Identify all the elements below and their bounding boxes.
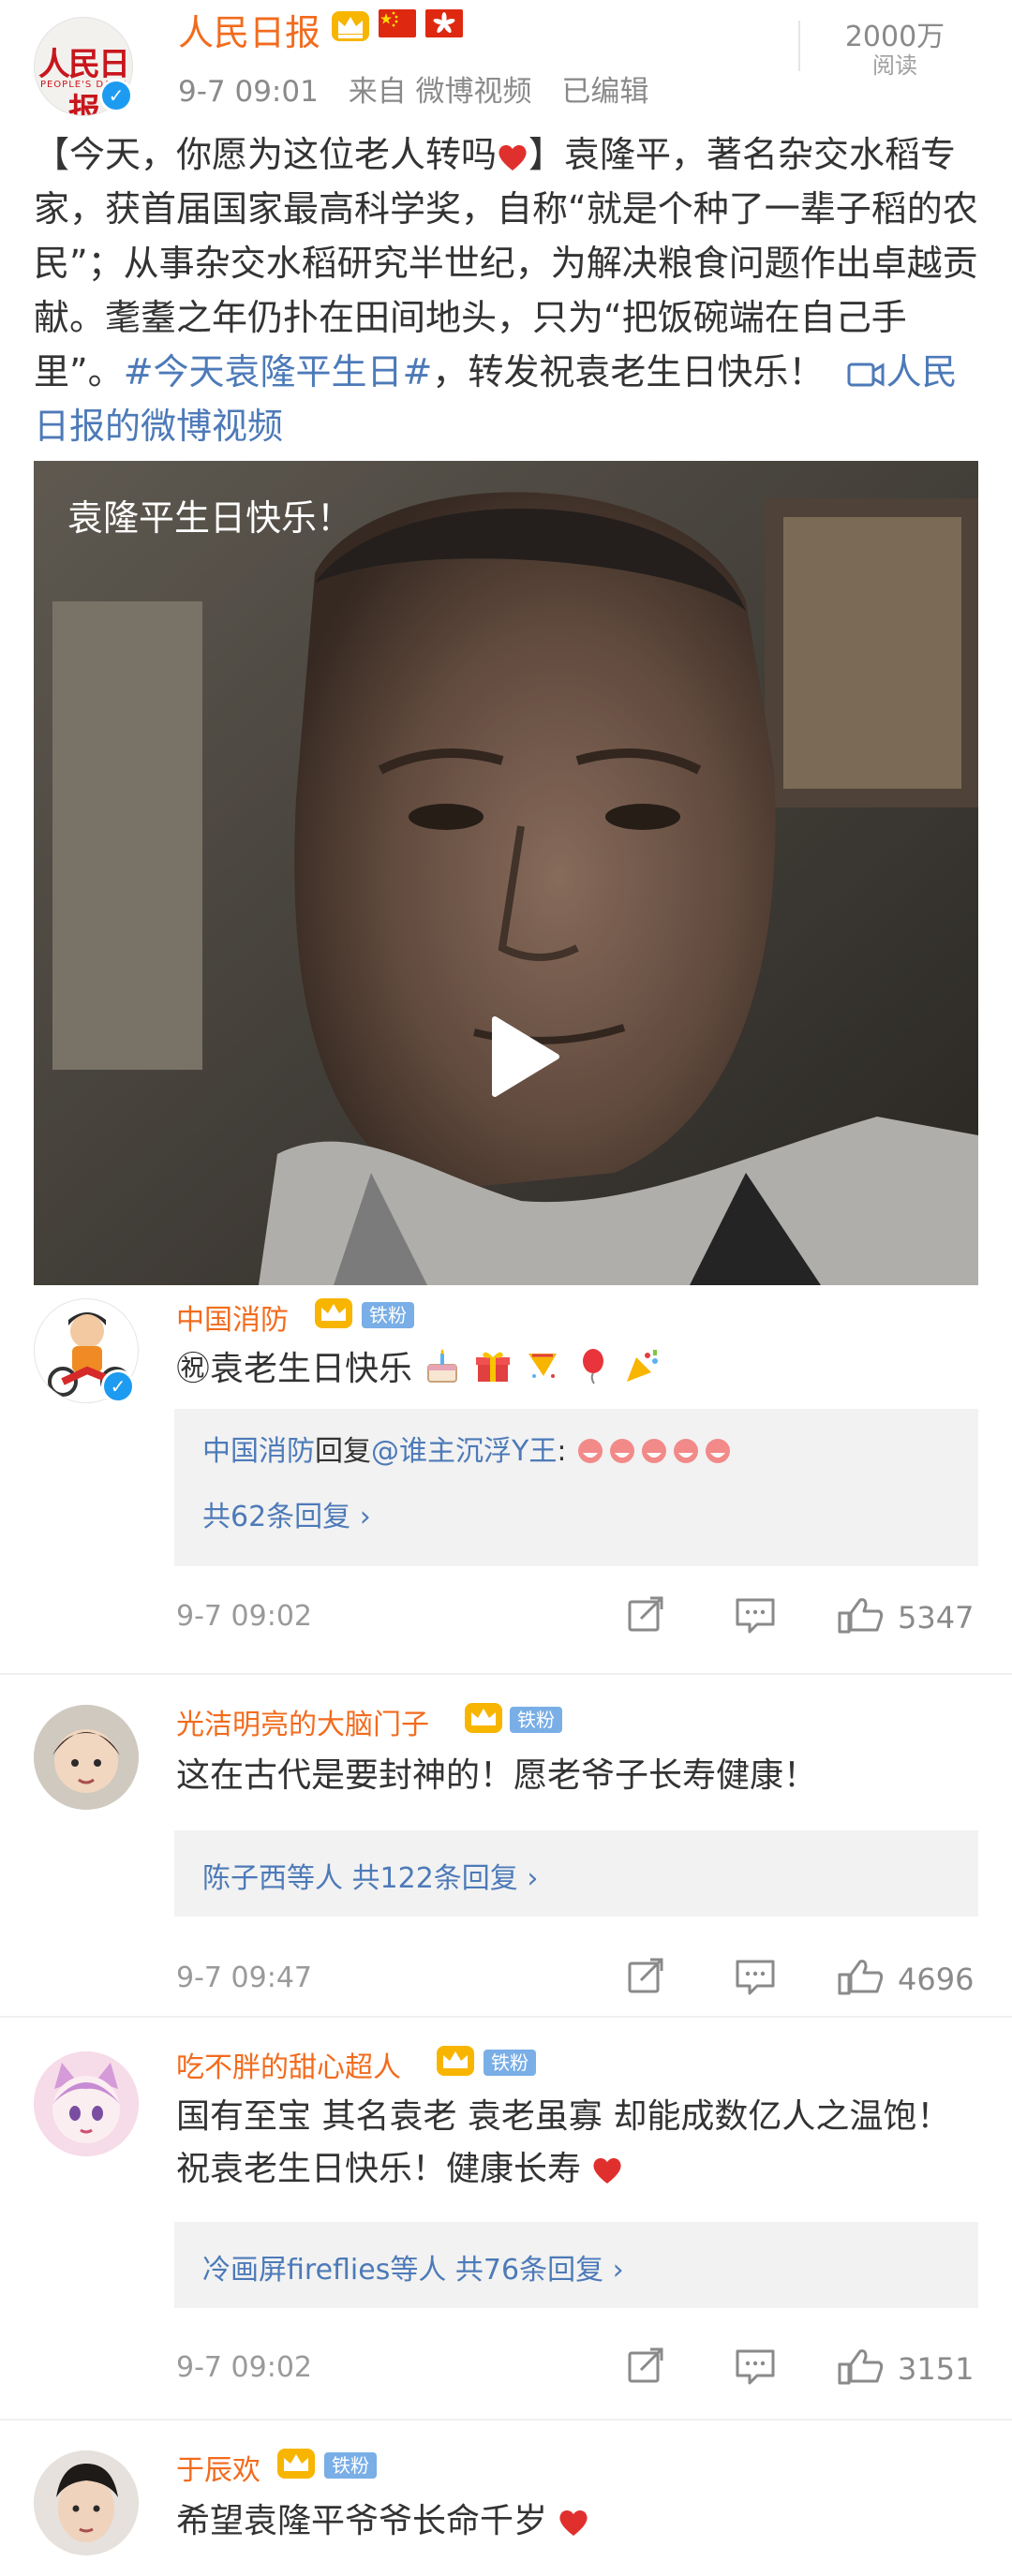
comment-date: 9-7 09:47: [176, 1962, 312, 1994]
party-popper-icon: [528, 1354, 558, 1378]
fan-badge: 铁粉: [484, 2050, 536, 2076]
reply-line: 冷画屏fireflies等人 共76条回复 ›: [202, 2246, 624, 2287]
fan-badge: 铁粉: [324, 2452, 377, 2479]
video-player[interactable]: 袁隆平生日快乐！: [34, 461, 978, 1285]
comment-date: 9-7 09:02: [176, 2351, 312, 2384]
video-icon: [847, 363, 885, 387]
post-edited: 已编辑: [561, 75, 649, 109]
child-photo-avatar: [34, 1705, 139, 1810]
portrait-photo-avatar: [34, 2450, 139, 2555]
comment-item: 光洁明亮的大脑门子 铁粉 这在古代是要封神的！愿老爷子长寿健康！ 陈子西等人 共…: [0, 1701, 1012, 2010]
post-meta: 9-7 09:01 来自 微博视频 已编辑: [178, 67, 669, 110]
like-count: 3151: [898, 2351, 975, 2387]
china-flag-icon: [379, 9, 416, 37]
comment-icon[interactable]: [735, 1596, 776, 1634]
reply-target[interactable]: @谁主沉浮Y王: [371, 1435, 557, 1468]
fan-badge: 铁粉: [510, 1707, 562, 1733]
post-time: 9-7 09:01: [178, 75, 319, 109]
post-source[interactable]: 来自 微博视频: [349, 75, 532, 109]
confetti-icon: [627, 1350, 659, 1382]
reply-preview[interactable]: 冷画屏fireflies等人 共76条回复 ›: [174, 2222, 978, 2308]
comment-item: 于辰欢 铁粉 希望袁隆平爷爷长命千岁: [0, 2447, 1012, 2576]
like-icon[interactable]: [838, 2347, 885, 2385]
comment-divider: [0, 1673, 1012, 1675]
reply-summary[interactable]: 共122条回复 ›: [352, 1862, 539, 1895]
video-thumbnail: [34, 461, 978, 1285]
comment-icon[interactable]: [735, 2347, 776, 2385]
reply-colon: :: [557, 1435, 567, 1468]
reply-user[interactable]: 中国消防: [202, 1435, 315, 1468]
commenter-name[interactable]: 于辰欢: [176, 2447, 260, 2488]
video-caption: 袁隆平生日快乐！: [67, 497, 353, 539]
cake-icon: [427, 1349, 458, 1383]
hashtag-link[interactable]: #今天袁隆平生日#: [124, 351, 433, 392]
post-text-part1: 【今天，你愿为这位老人转吗: [34, 134, 498, 175]
comment-text: 希望袁隆平爷爷长命千岁: [176, 2495, 982, 2548]
reply-preview[interactable]: 中国消防回复@谁主沉浮Y王: 共62条回复 ›: [174, 1409, 978, 1566]
share-icon[interactable]: [626, 1958, 667, 1995]
header-divider: [798, 21, 800, 71]
reply-summary[interactable]: 共76条回复 ›: [455, 2254, 624, 2287]
post-text-part3: ，转发祝袁老生日快乐！: [432, 351, 825, 392]
views-label: 阅读: [872, 52, 917, 79]
crown-icon: [332, 11, 369, 41]
balloon-icon: [582, 1349, 603, 1384]
crown-icon: [315, 1298, 352, 1328]
reply-verb: 回复: [315, 1435, 371, 1468]
play-icon[interactable]: [474, 1010, 568, 1103]
post-text: 【今天，你愿为这位老人转吗 】袁隆平，著名杂交水稻专家，获首届国家最高科学奖，自称…: [34, 127, 980, 453]
comment-date: 9-7 09:02: [176, 1600, 312, 1633]
reply-people[interactable]: 冷画屏fireflies等人: [202, 2254, 446, 2287]
heart-icon: [593, 2157, 622, 2184]
comment-footer: 9-7 09:02 5347: [176, 1592, 982, 1639]
reply-preview[interactable]: 陈子西等人 共122条回复 ›: [174, 1830, 978, 1917]
crown-icon: [465, 1703, 502, 1733]
hongkong-flag-icon: [425, 9, 463, 37]
comment-footer: 9-7 09:02 3151: [176, 2344, 982, 2391]
reply-line: 中国消防回复@谁主沉浮Y王:: [202, 1428, 735, 1469]
comment-footer: 9-7 09:47 4696: [176, 1954, 982, 2001]
commenter-avatar[interactable]: [34, 2450, 139, 2555]
like-count: 5347: [898, 1600, 975, 1636]
crown-icon: [437, 2046, 474, 2076]
comment-text: ㊗袁老生日快乐: [176, 1343, 982, 1396]
like-icon[interactable]: [838, 1958, 885, 1995]
reply-people[interactable]: 陈子西等人: [202, 1862, 343, 1895]
like-count: 4696: [898, 1962, 975, 1997]
anime-cat-avatar: [34, 2051, 139, 2156]
verified-icon: ✓: [101, 1369, 135, 1403]
comment-text: 国有至宝 其名袁老 袁老虽寡 却能成数亿人之温饱！祝袁老生日快乐！健康长寿: [176, 2091, 973, 2196]
comment-divider: [0, 2419, 1012, 2421]
author-name[interactable]: 人民日报: [178, 4, 320, 55]
heart-icon: [559, 2509, 588, 2536]
comment-item: ✓ 中国消防 铁粉 ㊗袁老生日快乐 中国消防回复@谁主沉浮Y王: 共62条回复 …: [0, 1293, 1012, 1658]
laughing-face-icons: [577, 1439, 730, 1463]
comment-item: 吃不胖的甜心超人 铁粉 国有至宝 其名袁老 袁老虽寡 却能成数亿人之温饱！祝袁老…: [0, 2044, 1012, 2400]
reply-summary[interactable]: 共62条回复 ›: [202, 1493, 371, 1534]
reply-line: 陈子西等人 共122条回复 ›: [202, 1855, 538, 1896]
heart-icon: [499, 144, 527, 170]
comment-text-body: 希望袁隆平爷爷长命千岁: [176, 2502, 548, 2540]
comment-text: 这在古代是要封神的！愿老爷子长寿健康！: [176, 1756, 818, 1795]
gift-icon: [475, 1352, 510, 1382]
comment-divider: [0, 2016, 1012, 2018]
commenter-name[interactable]: 吃不胖的甜心超人: [176, 2044, 401, 2085]
share-icon[interactable]: [626, 2347, 667, 2385]
crown-icon: [277, 2449, 315, 2479]
comment-icon[interactable]: [735, 1958, 776, 1995]
commenter-name[interactable]: 中国消防: [176, 1296, 289, 1338]
commenter-avatar[interactable]: [34, 1705, 139, 1810]
comment-text-body: ㊗袁老生日快乐: [176, 1350, 413, 1388]
fan-badge: 铁粉: [362, 1302, 414, 1328]
commenter-name[interactable]: 光洁明亮的大脑门子: [176, 1701, 429, 1742]
post-header: 人民日报 PEOPLE'S DAILY ✓ 人民日报 9-7 09:01 来自 …: [0, 0, 1012, 122]
verified-icon: ✓: [99, 79, 133, 112]
like-icon[interactable]: [838, 1596, 885, 1634]
share-icon[interactable]: [626, 1596, 667, 1634]
comment-text-body: 国有至宝 其名袁老 袁老虽寡 却能成数亿人之温饱！祝袁老生日快乐！健康长寿: [176, 2097, 951, 2188]
commenter-avatar[interactable]: [34, 2051, 139, 2156]
